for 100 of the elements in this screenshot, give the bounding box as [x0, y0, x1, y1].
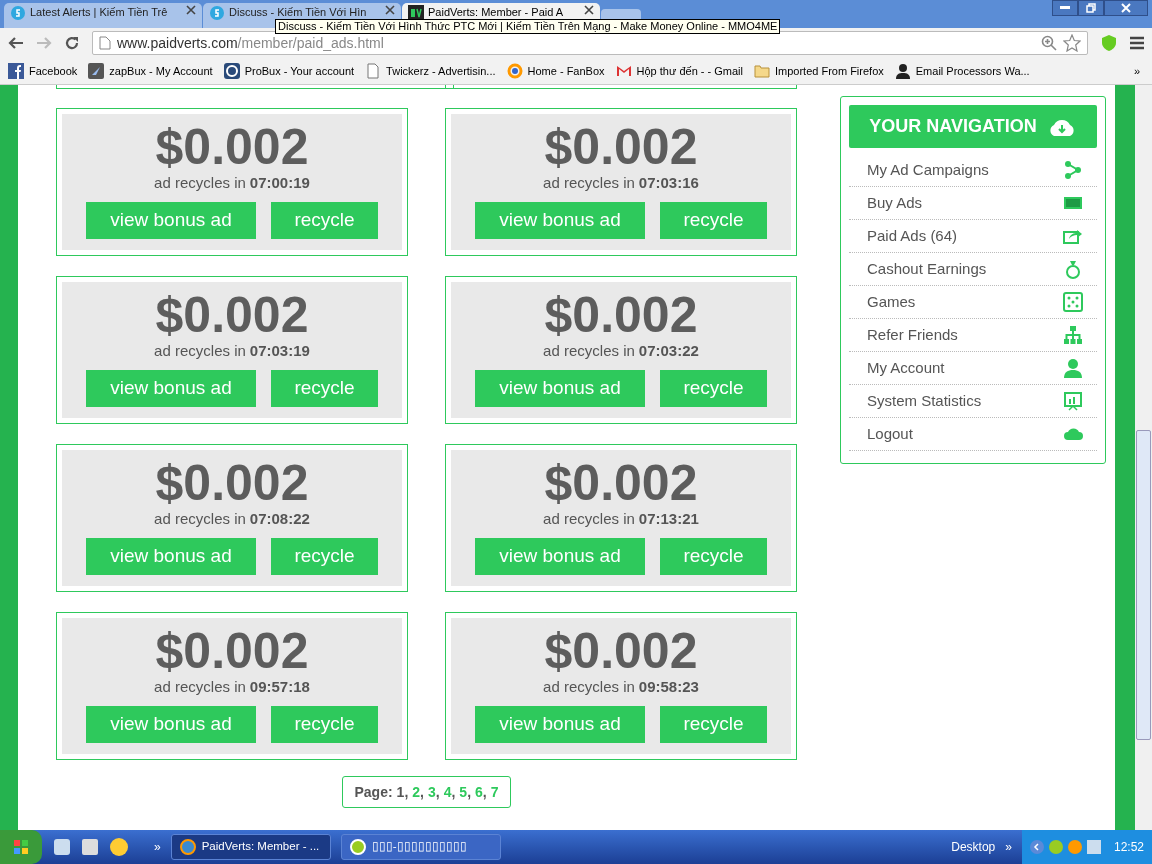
minimize-button[interactable] [1052, 0, 1078, 16]
close-icon[interactable] [186, 5, 196, 15]
separator-comma: , [451, 782, 456, 802]
folder-icon [753, 63, 770, 79]
page-link[interactable]: 1 [396, 781, 405, 803]
tab-title: Discuss - Kiếm Tiền Với Hìn [229, 5, 368, 19]
ad-amount: $0.002 [155, 288, 309, 342]
start-button[interactable] [0, 830, 42, 864]
page-label: Page: [354, 782, 393, 802]
browser-tab[interactable]: Latest Alerts | Kiếm Tiền Trê [4, 3, 202, 28]
recycle-time: 07:03:19 [249, 342, 310, 360]
navigation-item[interactable]: Buy Ads [849, 187, 1097, 220]
restore-button[interactable] [1078, 0, 1104, 16]
dice-icon [1063, 292, 1083, 312]
share-icon [1063, 160, 1083, 180]
desktop-overflow[interactable]: » [1005, 838, 1012, 856]
window-app-icon [179, 839, 196, 855]
recycle-label: ad recycles in [154, 678, 246, 696]
navigation-item[interactable]: Paid Ads (64) [849, 220, 1097, 253]
chart-icon [1063, 391, 1083, 411]
recycle-time: 07:03:16 [638, 174, 699, 192]
bookmark[interactable]: Home - FanBox [506, 62, 605, 80]
navigation-item[interactable]: Logout [849, 418, 1097, 451]
tree-icon [1063, 325, 1083, 345]
dollar-circle-icon [10, 5, 26, 21]
tray-expand-icon[interactable] [1029, 840, 1044, 854]
tray-app-icon[interactable] [1048, 840, 1063, 854]
separator-comma: , [482, 782, 487, 802]
ad-amount: $0.002 [544, 120, 698, 174]
user-icon [1063, 358, 1083, 378]
close-icon[interactable] [385, 5, 395, 15]
taskbar-window-button[interactable]: ▯▯▯-▯▯▯▯▯▯▯▯▯▯ [340, 834, 501, 860]
recycle-label: ad recycles in [543, 342, 635, 360]
recycle-label: ad recycles in [154, 510, 246, 528]
navigation-item[interactable]: Cashout Earnings [849, 253, 1097, 286]
recycle-time: 09:57:18 [249, 678, 310, 696]
ad-amount: $0.002 [544, 456, 698, 510]
ad-amount: $0.002 [155, 624, 309, 678]
separator-comma: , [435, 782, 440, 802]
separator-comma: , [404, 782, 409, 802]
close-icon [1121, 3, 1131, 13]
ad-amount: $0.002 [155, 120, 309, 174]
navigation-item[interactable]: My Account [849, 352, 1097, 385]
window-app-icon [349, 839, 366, 855]
recycle-label: ad recycles in [543, 174, 635, 192]
navigation-item[interactable]: My Ad Campaigns [849, 154, 1097, 187]
ad-amount: $0.002 [544, 624, 698, 678]
minimize-icon [1060, 6, 1070, 10]
recycle-time: 07:03:22 [638, 342, 699, 360]
navigation-item[interactable]: System Statistics [849, 385, 1097, 418]
recycle-label: ad recycles in [154, 342, 246, 360]
shield-icon[interactable] [1100, 34, 1118, 52]
ad-amount: $0.002 [155, 456, 309, 510]
url-path: /member/paid_ads.html [237, 34, 384, 51]
navigation-item[interactable]: Refer Friends [849, 319, 1097, 352]
page-icon [99, 36, 111, 50]
bookmark[interactable]: Email Processors Wa... [894, 62, 1030, 80]
windows-logo-icon [13, 839, 29, 855]
restore-icon [1086, 3, 1096, 13]
close-icon[interactable] [584, 5, 594, 15]
back-icon[interactable] [8, 36, 24, 50]
bookmark[interactable]: Hộp thư đến - - Gmail [615, 62, 743, 80]
zoom-icon[interactable] [1041, 35, 1057, 51]
ad-amount: $0.002 [544, 288, 698, 342]
person-icon [894, 63, 911, 79]
navigation-title: YOUR NAVIGATION [869, 115, 1037, 138]
desktop-toolbar-label[interactable]: Desktop [951, 838, 996, 856]
mail-icon [615, 63, 632, 79]
bookmarks-overflow[interactable]: » [1133, 62, 1140, 80]
navigation-item[interactable]: Games [849, 286, 1097, 319]
bookmark[interactable]: Facebook [8, 62, 78, 80]
dollar-circle-icon [209, 5, 225, 21]
scrollbar[interactable] [1135, 85, 1152, 830]
facebook-icon [8, 63, 24, 79]
recycle-time: 09:58:23 [638, 678, 699, 696]
bookmark[interactable]: ProBux - Your account [223, 62, 355, 80]
recycle-time: 07:00:19 [249, 174, 310, 192]
tab-tooltip: Discuss - Kiếm Tiền Với Hình Thức PTC Mới | Kiếm Tiền Trên Mạng - Make Money Online - MMO4ME [275, 19, 781, 34]
separator-comma: , [420, 782, 424, 802]
reload-icon[interactable] [64, 35, 80, 51]
recycle-time: 07:13:21 [638, 510, 699, 528]
ring-icon [506, 63, 523, 79]
bookmark[interactable]: Twickerz - Advertisin... [365, 62, 496, 80]
recycle-time: 07:08:22 [249, 510, 310, 528]
bookmark[interactable]: Imported From Firefox [753, 62, 884, 80]
separator-comma: , [467, 782, 472, 802]
tab-title: Latest Alerts | Kiếm Tiền Trê [30, 5, 169, 19]
quicklaunch-overflow[interactable]: » [154, 838, 161, 856]
recycle-label: ad recycles in [154, 174, 246, 192]
recycle-label: ad recycles in [543, 510, 635, 528]
bookmark[interactable]: zapBux - My Account [88, 62, 213, 80]
taskbar-window-button[interactable]: PaidVerts: Member - ... [170, 834, 331, 860]
page-icon [365, 63, 382, 79]
recycle-label: ad recycles in [543, 678, 635, 696]
clock: 12:52 [1113, 839, 1144, 856]
tab-title: PaidVerts: Member - Paid A [428, 5, 565, 19]
address-bar[interactable]: www.paidverts.com/member/paid_ads.html [92, 31, 1088, 55]
star-icon[interactable] [1063, 34, 1081, 52]
menu-icon[interactable] [1130, 36, 1144, 50]
close-window-button[interactable] [1104, 0, 1148, 16]
